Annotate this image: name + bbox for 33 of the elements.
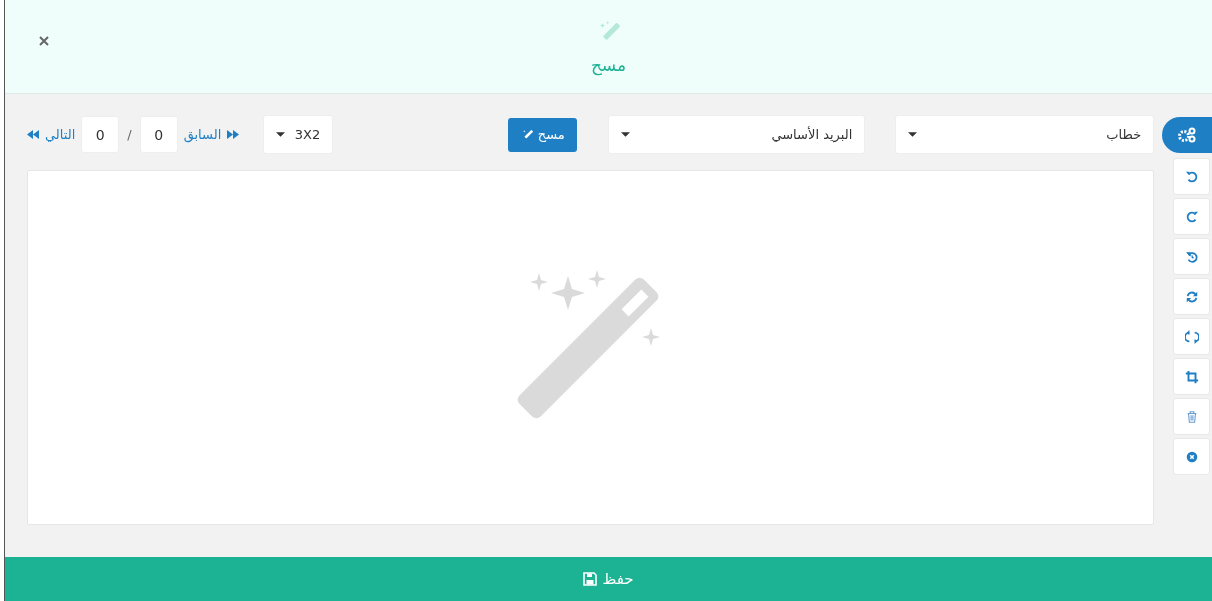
close-icon[interactable] <box>39 36 49 46</box>
toolbar-button[interactable] <box>1173 398 1210 435</box>
close-circle-icon <box>1184 449 1199 464</box>
toolbar-button[interactable] <box>1173 158 1210 195</box>
layout-select[interactable]: 3X2 <box>263 115 334 154</box>
caret-icon <box>908 132 918 137</box>
caret-icon <box>276 132 286 137</box>
page-field[interactable]: 0 <box>81 116 120 153</box>
double-right-arrow-icon[interactable] <box>227 130 240 139</box>
separator-text: / <box>127 127 132 142</box>
toolbar-button[interactable] <box>1173 358 1210 395</box>
settings-button[interactable] <box>1162 116 1212 153</box>
refresh-icon <box>1184 289 1199 304</box>
caret-icon <box>621 132 631 137</box>
next-link[interactable]: التالي <box>45 127 76 142</box>
history-icon <box>1184 249 1199 264</box>
dropdown-select[interactable]: خطاب <box>895 115 1155 154</box>
sync-icon <box>1184 329 1199 344</box>
page-field[interactable]: 0 <box>139 116 178 153</box>
toolbar-button[interactable] <box>1173 238 1210 275</box>
toolbar-button[interactable] <box>1173 438 1210 475</box>
rotate-right-icon <box>1184 209 1199 224</box>
previous-link[interactable]: السابق <box>183 127 222 142</box>
dropdown-select[interactable]: البريد الأساسي <box>608 115 866 154</box>
scan-button[interactable]: مسح <box>508 117 578 152</box>
toolbar-button[interactable] <box>1173 198 1210 235</box>
toolbar-button[interactable] <box>1173 318 1210 355</box>
gears-icon <box>1177 126 1197 143</box>
dialog-title: مسح <box>590 54 627 75</box>
toolbar-button[interactable] <box>1173 278 1210 315</box>
rotate-left-icon <box>1184 169 1199 184</box>
double-left-arrow-icon[interactable] <box>27 130 39 139</box>
crop-icon <box>1184 369 1199 384</box>
